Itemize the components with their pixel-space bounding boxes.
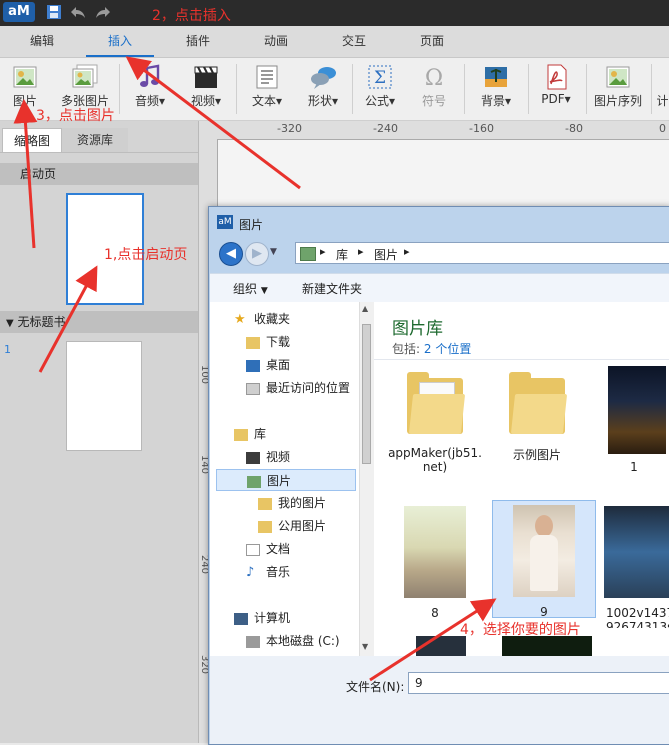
arrow-to-image-button: [13, 99, 38, 249]
arrow-to-insert-tab: [125, 56, 301, 190]
annotation-step4: 4，选择你要的图片: [460, 622, 581, 638]
annotation-step1: 1,点击启动页: [104, 247, 188, 263]
arrow-to-start-page: [38, 265, 98, 373]
annotation-step3: 3，点击图片: [36, 108, 115, 124]
annotation-step2: 2，点击插入: [152, 8, 231, 24]
arrow-to-selected-image: [369, 598, 497, 682]
